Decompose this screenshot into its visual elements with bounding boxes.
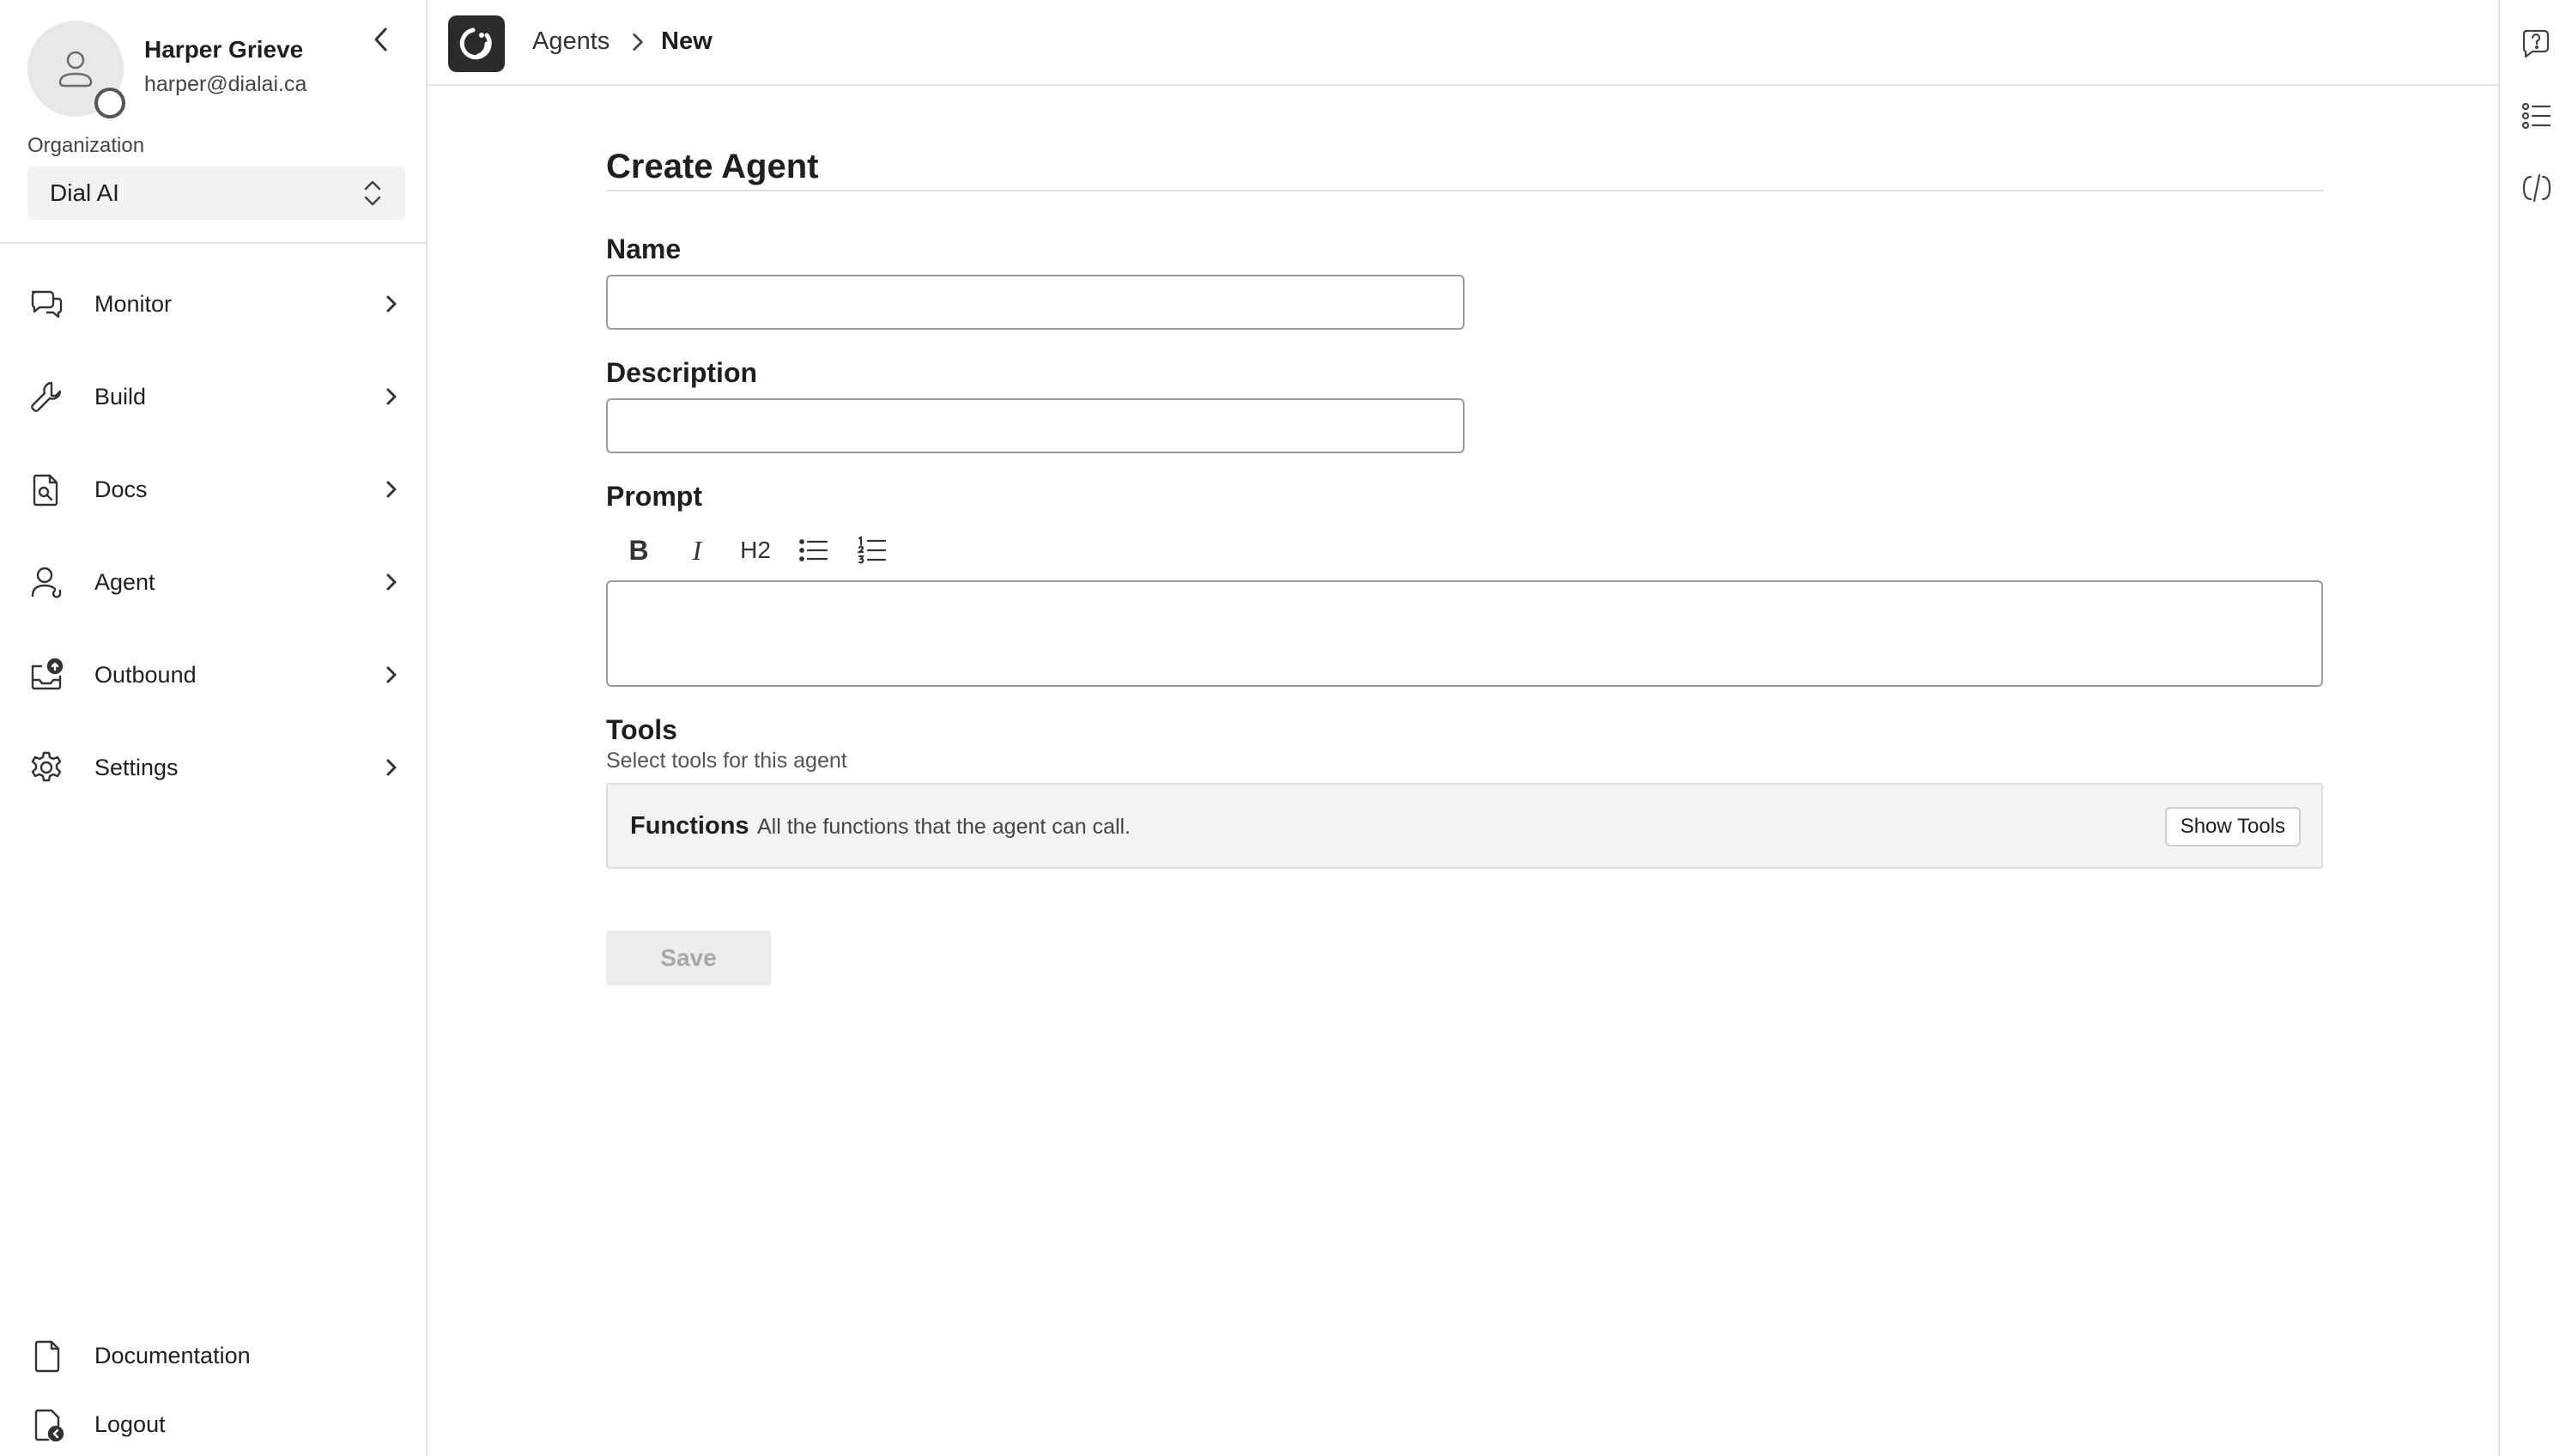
sidebar: Harper Grieve harper@dialai.ca Organizat…	[0, 0, 428, 1456]
sidebar-item-label: Settings	[94, 754, 179, 780]
app-logo[interactable]	[448, 15, 505, 72]
prompt-label: Prompt	[606, 481, 702, 512]
sidebar-item-build[interactable]: Build	[0, 354, 426, 440]
chevron-up-down-icon	[364, 180, 381, 206]
organization-selected-value: Dial AI	[50, 179, 119, 206]
sidebar-item-documentation[interactable]: Documentation	[0, 1326, 426, 1386]
numbered-list-button[interactable]	[852, 530, 893, 571]
help-chat-icon	[2522, 29, 2550, 58]
bold-button[interactable]: B	[618, 530, 659, 571]
chevron-right-icon	[386, 481, 397, 498]
document-icon	[34, 1340, 60, 1373]
chevron-left-icon	[374, 27, 387, 52]
dial-logo-icon	[459, 27, 492, 60]
page-title: Create Agent	[606, 148, 819, 185]
show-tools-button[interactable]: Show Tools	[2164, 807, 2301, 846]
bullet-list-icon	[799, 539, 828, 561]
logout-icon	[34, 1409, 64, 1441]
title-divider	[606, 190, 2323, 191]
breadcrumb-agents-link[interactable]: Agents	[532, 27, 610, 56]
organization-select[interactable]: Dial AI	[27, 167, 405, 220]
document-search-icon	[33, 474, 58, 507]
tools-subtitle: Select tools for this agent	[606, 749, 847, 773]
right-rail	[2498, 0, 2572, 1456]
sidebar-item-settings[interactable]: Settings	[0, 725, 426, 810]
wrench-icon	[31, 381, 62, 412]
top-bar: Agents New	[428, 0, 2498, 86]
sidebar-item-agent[interactable]: Agent	[0, 539, 426, 625]
help-button[interactable]	[2519, 26, 2555, 62]
description-input[interactable]	[606, 398, 1465, 453]
name-label: Name	[606, 234, 682, 264]
list-icon	[2521, 102, 2551, 130]
code-button[interactable]	[2519, 170, 2555, 206]
sidebar-item-label: Outbound	[94, 661, 197, 688]
outbound-inbox-icon	[31, 658, 64, 690]
numbered-list-icon	[858, 536, 887, 564]
sidebar-item-label: Build	[94, 383, 147, 410]
sidebar-item-label: Docs	[94, 476, 148, 502]
list-button[interactable]	[2519, 98, 2555, 134]
logout-button[interactable]: Logout	[0, 1394, 426, 1454]
prompt-toolbar: B I H2	[618, 529, 910, 572]
sidebar-item-monitor[interactable]: Monitor	[0, 261, 426, 347]
sidebar-item-label: Agent	[94, 568, 155, 595]
organization-label: Organization	[27, 134, 145, 157]
name-input[interactable]	[606, 275, 1465, 330]
user-headset-icon	[31, 567, 62, 598]
italic-button[interactable]: I	[676, 530, 718, 571]
heading-button[interactable]: H2	[735, 530, 776, 571]
save-button[interactable]: Save	[606, 931, 771, 986]
prompt-editor[interactable]	[606, 580, 2323, 687]
chevron-right-icon	[386, 295, 397, 312]
sidebar-divider	[0, 242, 426, 244]
sidebar-item-docs[interactable]: Docs	[0, 446, 426, 532]
user-email: harper@dialai.ca	[144, 72, 307, 96]
logout-label: Logout	[94, 1410, 166, 1437]
gear-icon	[31, 751, 62, 782]
heading-icon: H2	[740, 537, 771, 563]
status-indicator	[94, 88, 125, 118]
tools-title: Tools	[606, 714, 677, 745]
functions-panel: Functions All the functions that the age…	[606, 783, 2323, 869]
breadcrumb-current: New	[661, 27, 713, 55]
chevron-right-icon	[633, 33, 643, 52]
chevron-right-icon	[386, 388, 397, 405]
chevron-right-icon	[386, 573, 397, 591]
bold-icon: B	[628, 534, 649, 566]
user-icon	[58, 51, 93, 88]
user-profile: Harper Grieve harper@dialai.ca	[27, 21, 405, 118]
functions-title: Functions	[630, 812, 749, 840]
sidebar-item-label: Monitor	[94, 290, 173, 317]
code-brackets-icon	[2522, 173, 2551, 203]
sidebar-item-label: Documentation	[94, 1342, 251, 1368]
bullet-list-button[interactable]	[793, 530, 834, 571]
chevron-right-icon	[386, 759, 397, 776]
description-label: Description	[606, 357, 758, 388]
chevron-right-icon	[386, 666, 397, 683]
functions-description: All the functions that the agent can cal…	[757, 815, 1131, 839]
chat-bubbles-icon	[31, 290, 63, 318]
italic-icon: I	[692, 534, 702, 566]
collapse-sidebar-button[interactable]	[364, 22, 398, 57]
user-name: Harper Grieve	[144, 36, 304, 63]
sidebar-item-outbound[interactable]: Outbound	[0, 632, 426, 718]
